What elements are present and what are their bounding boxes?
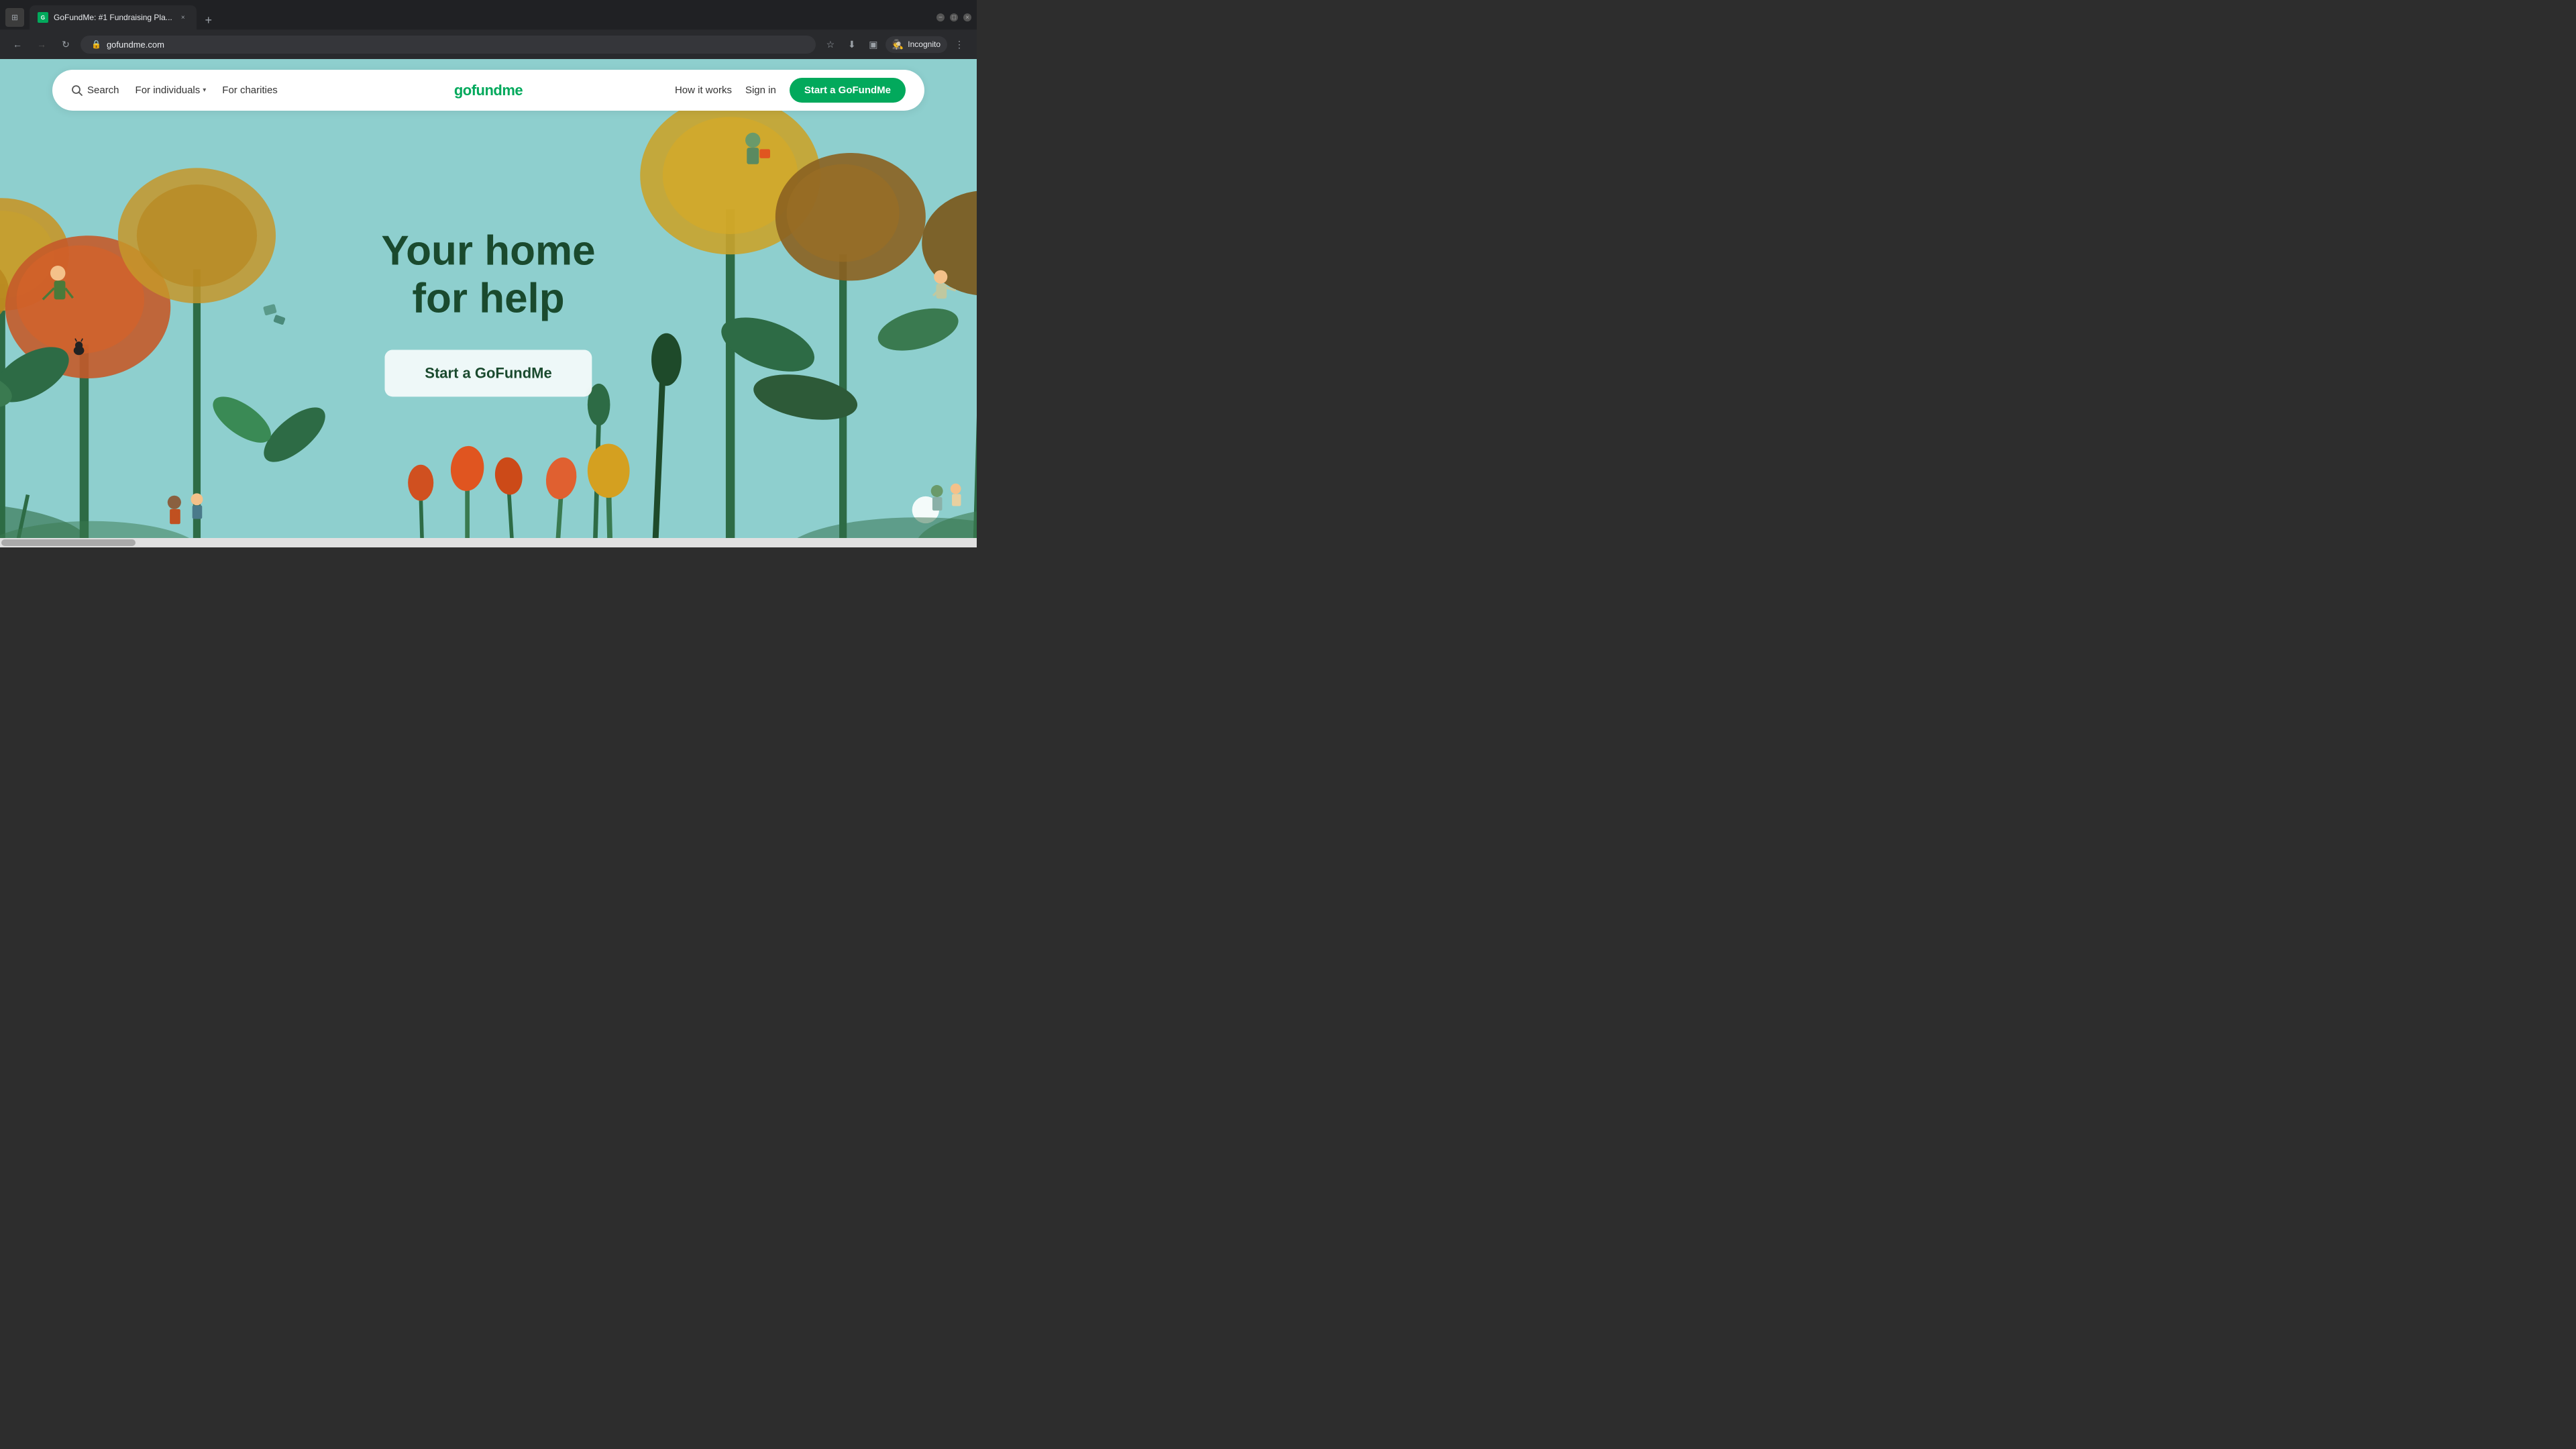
how-it-works-label: How it works [675,85,732,96]
for-individuals-label: For individuals [136,85,201,96]
search-icon [71,85,83,97]
sign-in-label: Sign in [745,85,776,96]
search-label: Search [87,85,119,96]
hero-title-line1: Your home [381,227,595,274]
tab-title: GoFundMe: #1 Fundraising Pla... [54,13,172,22]
hero-title-line2: for help [412,276,564,322]
nav-left: Search For individuals ▾ For charities [71,85,675,97]
tab-close-button[interactable]: × [178,12,189,23]
hero-cta-button[interactable]: Start a GoFundMe [384,350,592,396]
for-individuals-link[interactable]: For individuals ▾ [136,85,207,96]
window-controls: − □ × [936,13,971,21]
security-icon: 🔒 [91,40,101,49]
minimize-button[interactable]: − [936,13,945,21]
hero-cta-label: Start a GoFundMe [425,364,551,381]
new-tab-button[interactable]: + [199,11,218,30]
start-button-label: Start a GoFundMe [804,85,891,96]
address-bar[interactable]: 🔒 gofundme.com [80,36,816,54]
bookmark-button[interactable]: ☆ [821,35,840,54]
scrollbar-thumb[interactable] [1,539,136,546]
refresh-button[interactable]: ↻ [56,35,75,54]
active-tab[interactable]: G GoFundMe: #1 Fundraising Pla... × [30,5,197,30]
tab-favicon: G [38,12,48,23]
tab-group: G GoFundMe: #1 Fundraising Pla... × + [30,5,934,30]
hero-content: Your home for help Start a GoFundMe [381,227,595,396]
nav-right: How it works Sign in Start a GoFundMe [675,78,906,103]
search-link[interactable]: Search [71,85,119,97]
split-view-button[interactable]: ▣ [864,35,883,54]
hero-title: Your home for help [381,227,595,323]
forward-button[interactable]: → [32,35,51,54]
how-it-works-link[interactable]: How it works [675,85,732,96]
logo-container[interactable]: gofundme [454,82,523,99]
download-button[interactable]: ⬇ [843,35,861,54]
title-bar: ⊞ G GoFundMe: #1 Fundraising Pla... × + … [0,0,977,30]
incognito-label: Incognito [908,40,941,49]
gofundme-logo: gofundme [454,82,523,99]
tab-switcher-button[interactable]: ⊞ [5,8,24,27]
browser-chrome: ⊞ G GoFundMe: #1 Fundraising Pla... × + … [0,0,977,59]
site-navigation: Search For individuals ▾ For charities g… [52,70,924,111]
start-gofundme-button[interactable]: Start a GoFundMe [790,78,906,103]
nav-actions: ☆ ⬇ ▣ 🕵 Incognito ⋮ [821,35,969,54]
close-button[interactable]: × [963,13,971,21]
for-charities-label: For charities [222,85,278,96]
scrollbar[interactable] [0,538,977,547]
website-content: Search For individuals ▾ For charities g… [0,59,977,547]
chevron-down-icon: ▾ [203,87,206,94]
browser-nav-bar: ← → ↻ 🔒 gofundme.com ☆ ⬇ ▣ 🕵 Incognito ⋮ [0,30,977,59]
sign-in-link[interactable]: Sign in [745,85,776,96]
back-button[interactable]: ← [8,35,27,54]
menu-button[interactable]: ⋮ [950,35,969,54]
maximize-button[interactable]: □ [950,13,958,21]
url-display: gofundme.com [107,40,805,50]
incognito-badge: 🕵 Incognito [885,36,947,53]
for-charities-link[interactable]: For charities [222,85,278,96]
